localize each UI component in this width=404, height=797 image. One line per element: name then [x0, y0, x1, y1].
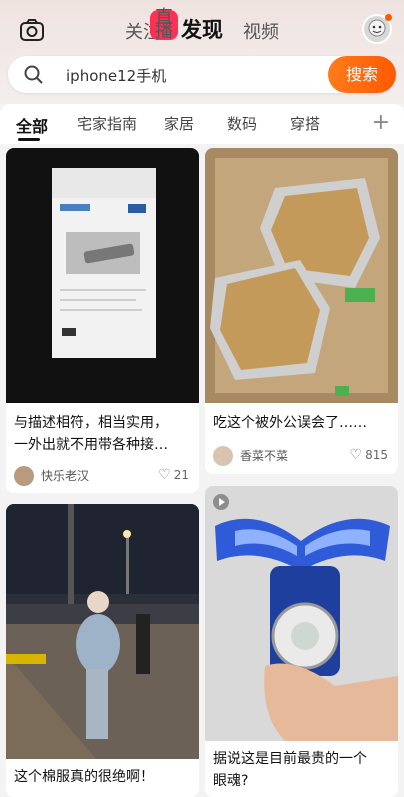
author-avatar[interactable]	[213, 446, 233, 466]
like-number: 815	[365, 448, 388, 462]
top-header: 关注 直播 发现 视频 iphone12手机 搜索	[0, 0, 404, 104]
card-image-usb-hub	[6, 148, 199, 403]
card-title-line: 吃这个被外公误会了……	[213, 415, 367, 431]
like-count[interactable]: ♡ 21	[158, 467, 189, 483]
top-tabs: 关注 直播 发现 视频	[0, 9, 404, 44]
category-digital[interactable]: 数码	[227, 113, 257, 134]
tab-video[interactable]: 视频	[243, 18, 279, 44]
feed-card[interactable]: 这个棉服真的很绝啊！	[6, 504, 199, 797]
like-number: 21	[173, 468, 189, 482]
search-icon	[24, 65, 43, 84]
notification-dot	[385, 14, 392, 21]
category-tabs: 全部 宅家指南 家居 数码 穿搭 +	[0, 104, 404, 144]
search-button[interactable]: 搜索	[328, 56, 396, 93]
video-play-icon	[213, 494, 229, 510]
feed-card[interactable]: 与描述相符，相当实用， 一外出就不用带各种接… 快乐老汉 ♡ 21	[6, 148, 199, 493]
card-title-line: 眼魂?	[213, 773, 249, 789]
user-avatar[interactable]	[362, 14, 392, 44]
category-home-guide[interactable]: 宅家指南	[77, 113, 137, 134]
like-count[interactable]: ♡ 815	[350, 447, 388, 463]
card-meta: 香菜不菜 ♡ 815	[213, 446, 390, 466]
card-title-line: 据说这是目前最贵的一个	[213, 751, 367, 767]
heart-icon: ♡	[158, 467, 171, 483]
feed: 与描述相符，相当实用， 一外出就不用带各种接… 快乐老汉 ♡ 21 吃这个被外公误…	[0, 144, 404, 797]
heart-icon: ♡	[349, 447, 363, 463]
card-title-line: 与描述相符，相当实用，	[14, 415, 168, 431]
card-image-toy-device	[205, 486, 398, 741]
search-bar[interactable]: iphone12手机 搜索	[8, 56, 396, 93]
feed-card[interactable]: 据说这是目前最贵的一个 眼魂?	[205, 486, 398, 797]
category-outfit[interactable]: 穿搭	[290, 113, 320, 134]
live-badge: 直播	[150, 9, 178, 41]
author-name[interactable]: 香菜不菜	[240, 447, 288, 464]
add-category-icon[interactable]: +	[372, 110, 390, 135]
author-name[interactable]: 快乐老汉	[41, 467, 89, 484]
search-input[interactable]: iphone12手机	[66, 65, 166, 86]
card-meta: 快乐老汉 ♡ 21	[14, 466, 191, 486]
category-all[interactable]: 全部	[16, 113, 48, 137]
tab-discover[interactable]: 发现	[181, 14, 223, 44]
card-title-line: 这个棉服真的很绝啊！	[14, 769, 154, 785]
category-home[interactable]: 家居	[164, 113, 194, 134]
author-avatar[interactable]	[14, 466, 34, 486]
card-image-snack-box	[205, 148, 398, 403]
card-title-line: 一外出就不用带各种接…	[14, 437, 168, 453]
feed-card[interactable]: 吃这个被外公误会了…… 香菜不菜 ♡ 815	[205, 148, 398, 474]
card-image-street-photo	[6, 504, 199, 759]
active-category-underline	[18, 138, 40, 141]
